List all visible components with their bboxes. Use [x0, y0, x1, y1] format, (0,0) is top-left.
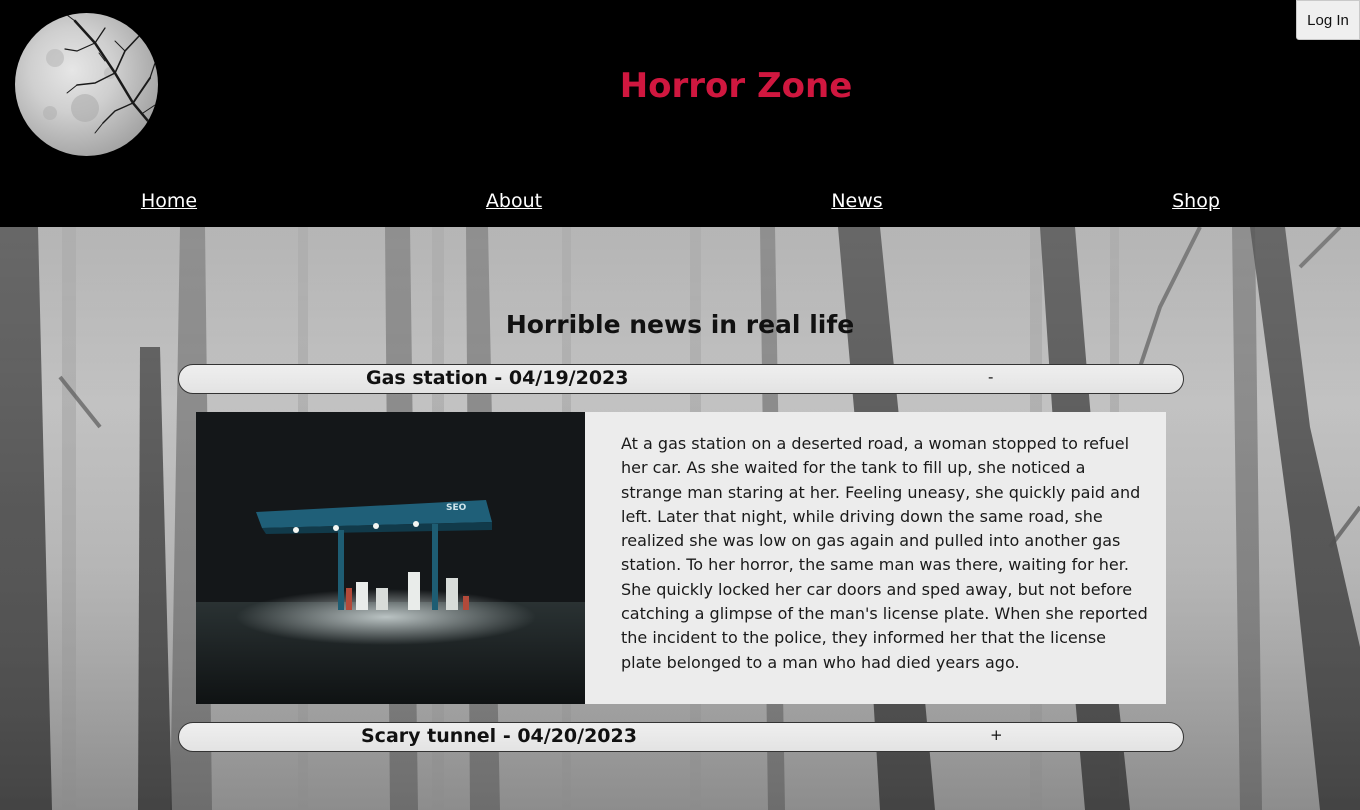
expand-icon[interactable]: + [990, 726, 1003, 744]
article-body: At a gas station on a deserted road, a w… [621, 434, 1148, 672]
nav-link-home[interactable]: Home [141, 190, 197, 212]
accordion-header-scary-tunnel[interactable]: Scary tunnel - 04/20/2023 + [178, 722, 1184, 752]
site-title: Horror Zone [619, 66, 853, 106]
accordion-header-gas-station[interactable]: Gas station - 04/19/2023 - [178, 364, 1184, 394]
site-header: Horror Zone Log In Home About News Shop [0, 0, 1360, 227]
section-title: Horrible news in real life [505, 310, 855, 339]
accordion-panel-gas-station: SEO At a gas station on a deserted road,… [196, 412, 1166, 704]
main-content: Horrible news in real life Gas station -… [0, 227, 1360, 810]
login-button[interactable]: Log In [1296, 0, 1360, 40]
article-title: Scary tunnel - 04/20/2023 [361, 725, 637, 747]
nav-link-about[interactable]: About [486, 190, 542, 212]
nav-link-news[interactable]: News [831, 190, 882, 212]
collapse-icon[interactable]: - [988, 368, 993, 386]
nav-link-shop[interactable]: Shop [1172, 190, 1220, 212]
svg-text:SEO: SEO [446, 503, 467, 513]
gas-station-image: SEO [196, 412, 585, 704]
main-nav: Home About News Shop [0, 190, 1360, 216]
article-title: Gas station - 04/19/2023 [366, 367, 629, 389]
